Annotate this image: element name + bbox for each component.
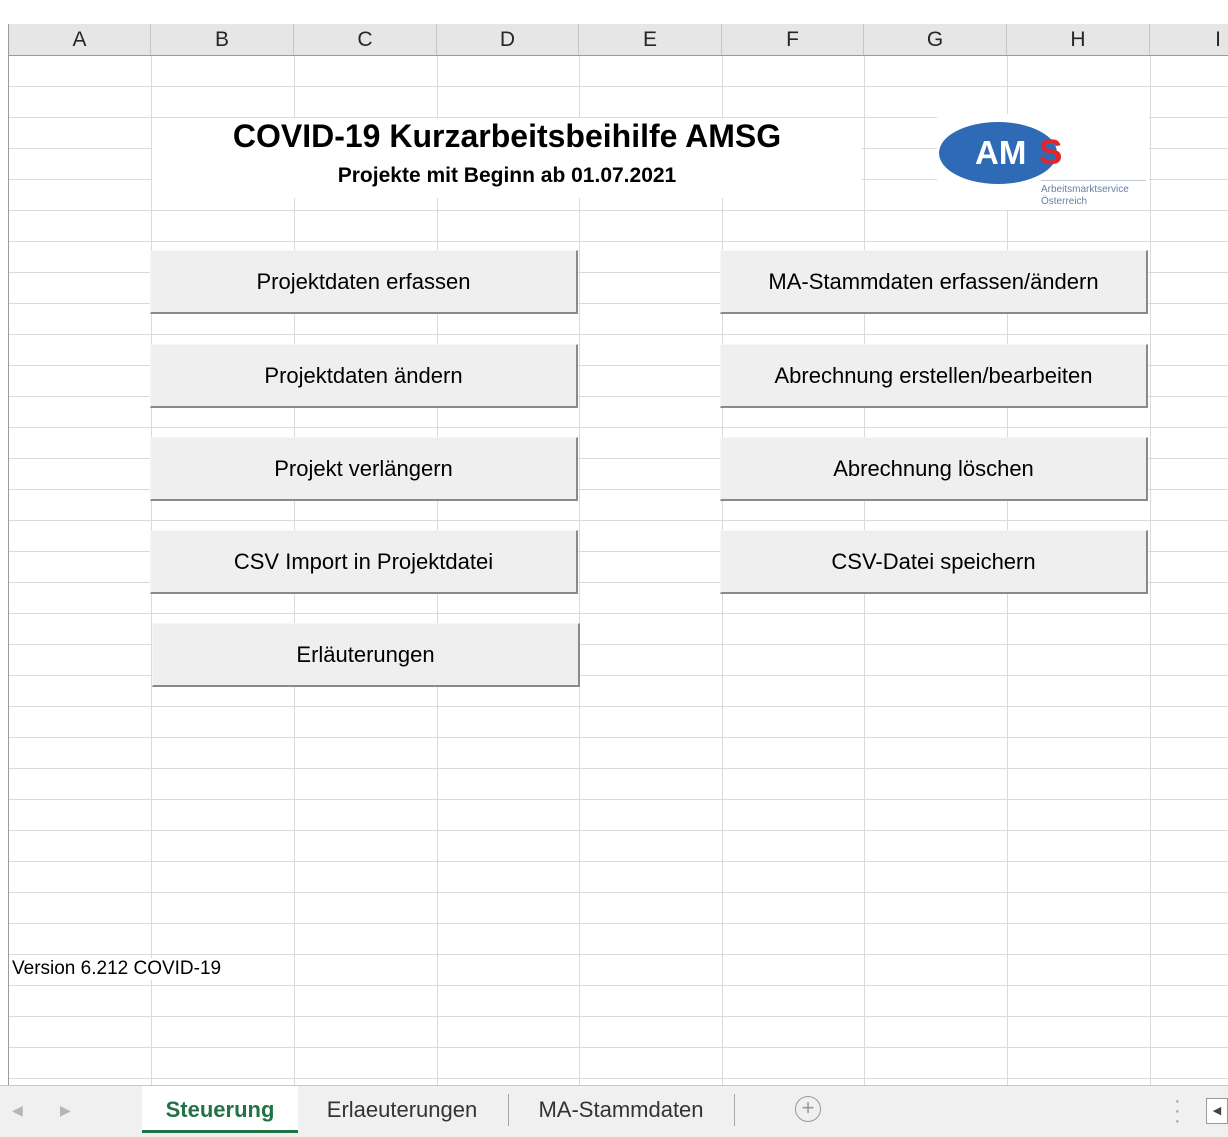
sheet-title: COVID-19 Kurzarbeitsbeihilfe AMSG (152, 118, 862, 155)
csv-import-button[interactable]: CSV Import in Projektdatei (150, 530, 578, 594)
more-options-icon[interactable]: · · · (1174, 1091, 1181, 1131)
projektdaten-erfassen-button[interactable]: Projektdaten erfassen (150, 250, 578, 314)
column-header-a[interactable]: A (9, 24, 151, 55)
sheet-subtitle: Projekte mit Beginn ab 01.07.2021 (337, 164, 677, 187)
column-header-f[interactable]: F (722, 24, 864, 55)
top-strip (0, 0, 1228, 24)
scroll-left-icon[interactable]: ◀ (12, 1102, 23, 1119)
ams-logo: AM S Arbeitsmarktservice Österreich (937, 114, 1149, 210)
tab-steuerung[interactable]: Steuerung (142, 1086, 298, 1133)
logo-tagline-1: Arbeitsmarktservice (1041, 184, 1129, 195)
column-header-e[interactable]: E (579, 24, 722, 55)
tab-separator (508, 1094, 509, 1126)
column-header-b[interactable]: B (151, 24, 294, 55)
column-header-d[interactable]: D (437, 24, 579, 55)
ma-stammdaten-button[interactable]: MA-Stammdaten erfassen/ändern (720, 250, 1148, 314)
add-sheet-icon[interactable]: + (795, 1096, 821, 1122)
csv-speichern-button[interactable]: CSV-Datei speichern (720, 530, 1148, 594)
erlaeuterungen-button[interactable]: Erläuterungen (152, 623, 580, 687)
logo-am-text: AM (975, 134, 1027, 171)
tab-ma-stammdaten[interactable]: MA-Stammdaten (516, 1086, 726, 1130)
abrechnung-erstellen-button[interactable]: Abrechnung erstellen/bearbeiten (720, 344, 1148, 408)
horizontal-scroll-left-icon[interactable]: ◀ (1206, 1098, 1228, 1124)
column-header-h[interactable]: H (1007, 24, 1150, 55)
logo-tagline-2: Österreich (1041, 196, 1088, 207)
column-header-c[interactable]: C (294, 24, 437, 55)
column-header-i[interactable]: I (1150, 24, 1228, 55)
scroll-right-icon[interactable]: ▶ (60, 1102, 71, 1119)
tab-separator (734, 1094, 735, 1126)
projekt-verlaengern-button[interactable]: Projekt verlängern (150, 437, 578, 501)
abrechnung-loeschen-button[interactable]: Abrechnung löschen (720, 437, 1148, 501)
version-label: Version 6.212 COVID-19 (12, 958, 226, 980)
tab-erlaeuterungen[interactable]: Erlaeuterungen (302, 1086, 502, 1130)
grid-col-line (579, 56, 580, 1085)
sheet-tab-bar: ◀ ▶ Steuerung Erlaeuterungen MA-Stammdat… (0, 1085, 1228, 1137)
column-header-row: A B C D E F G H I (8, 24, 1228, 56)
logo-s-text: S (1039, 133, 1063, 172)
projektdaten-aendern-button[interactable]: Projektdaten ändern (150, 344, 578, 408)
column-header-g[interactable]: G (864, 24, 1007, 55)
grid-col-line (1150, 56, 1151, 1085)
logo-rule (1041, 180, 1146, 181)
